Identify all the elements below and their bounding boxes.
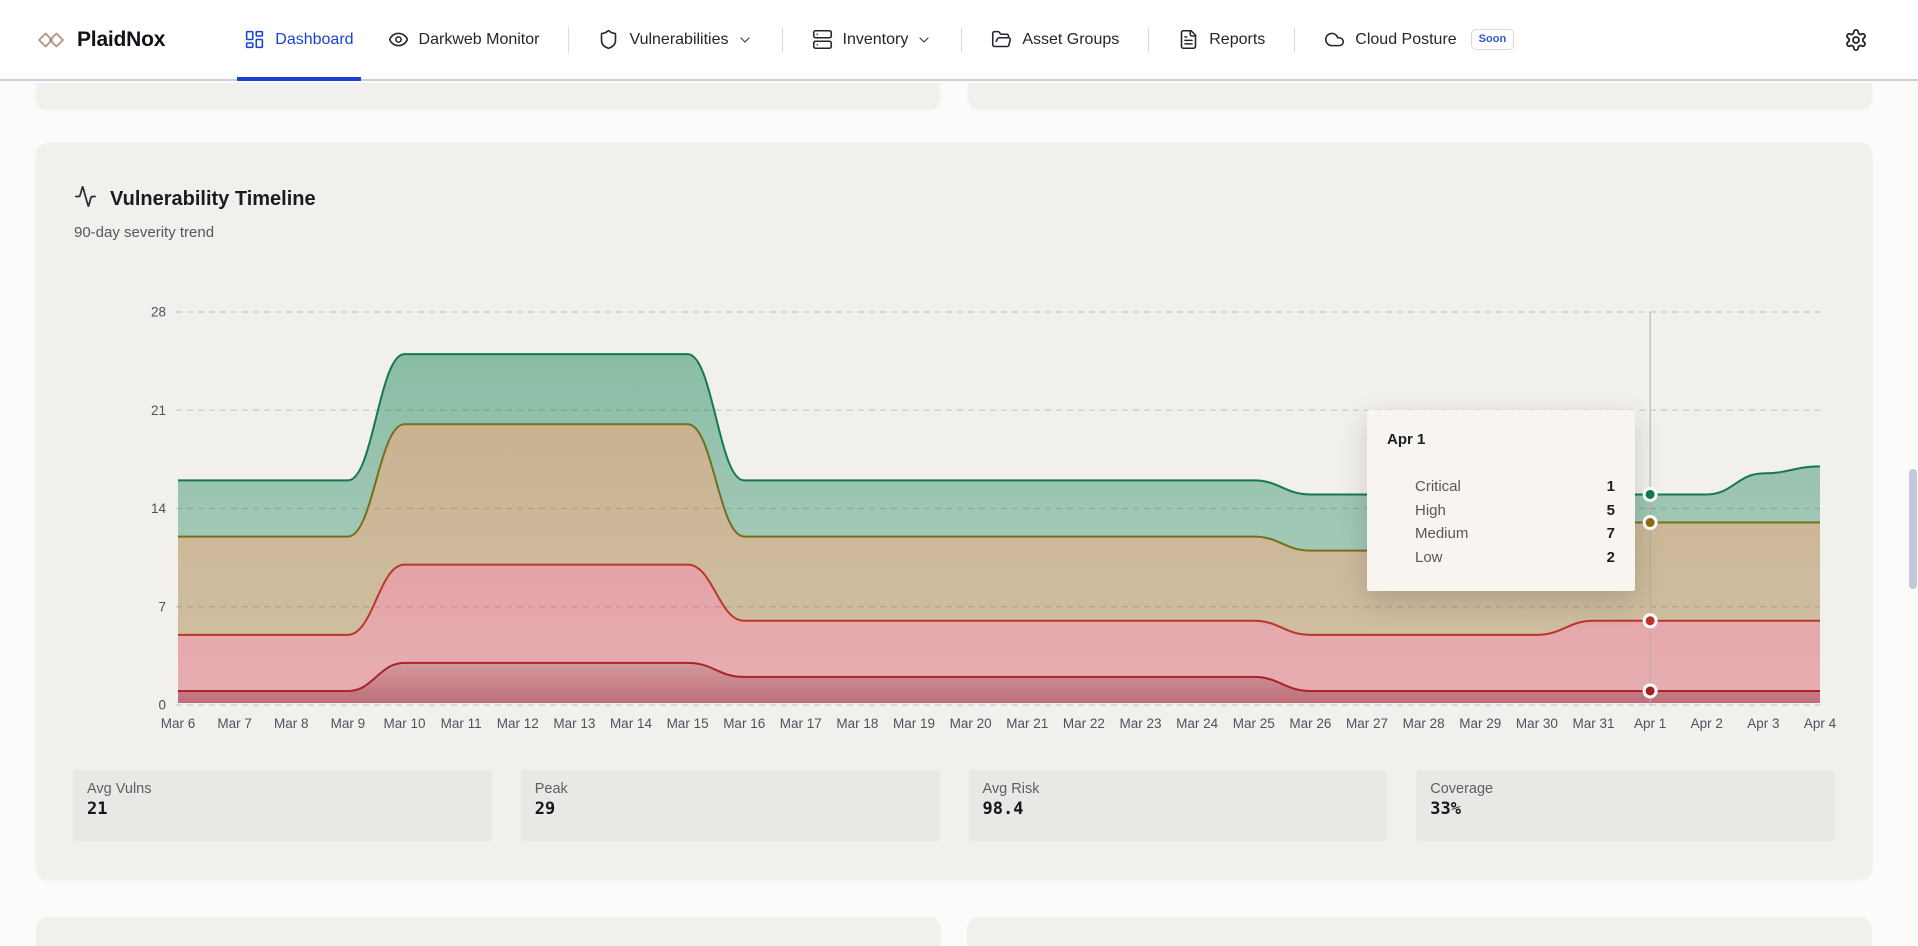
eye-icon — [388, 29, 409, 50]
nav-item-label: Asset Groups — [1022, 31, 1119, 49]
tooltip-row-value: 2 — [1607, 549, 1615, 566]
stat-label: Avg Risk — [983, 781, 1374, 797]
nav-item-label: Darkweb Monitor — [419, 31, 540, 49]
stat-label: Avg Vulns — [87, 781, 478, 797]
activity-icon — [74, 185, 97, 208]
stat-peak: Peak 29 — [521, 770, 940, 841]
tooltip-row-label: Critical — [1415, 478, 1461, 495]
card-title: Vulnerability Timeline — [110, 188, 316, 211]
tooltip-row-medium: Medium 7 — [1387, 522, 1615, 546]
top-nav: PlaidNox Dashboard Darkweb Monitor Vulnera… — [0, 0, 1918, 81]
file-text-icon — [1178, 29, 1199, 50]
activity-icon-slot — [74, 185, 97, 213]
settings-button[interactable] — [1840, 24, 1872, 56]
stat-avg-vulns: Avg Vulns 21 — [73, 770, 492, 841]
brand-name: PlaidNox — [77, 28, 165, 52]
stat-avg-risk: Avg Risk 98.4 — [969, 770, 1388, 841]
soon-badge: Soon — [1471, 29, 1515, 49]
nav-item-label: Cloud Posture — [1355, 31, 1456, 49]
card-header: Vulnerability Timeline — [74, 185, 316, 213]
folder-open-icon — [991, 29, 1012, 50]
tooltip-row-critical: Critical 1 — [1387, 475, 1615, 499]
partial-card-bottom-left — [36, 917, 941, 946]
partial-card-bottom-right — [967, 917, 1872, 946]
nav-item-asset-groups[interactable]: Asset Groups — [974, 0, 1136, 79]
nav-item-dashboard[interactable]: Dashboard — [227, 0, 370, 79]
tooltip-rows: Critical 1 High 5 Medium 7 Low 2 — [1387, 475, 1615, 569]
stats-row: Avg Vulns 21 Peak 29 Avg Risk 98.4 Coverage 33% — [73, 770, 1835, 841]
stat-value: 98.4 — [983, 799, 1374, 819]
stat-coverage: Coverage 33% — [1416, 770, 1835, 841]
scrollbar-thumb[interactable] — [1909, 469, 1917, 589]
stat-label: Peak — [535, 781, 926, 797]
tooltip-row-label: High — [1415, 502, 1446, 519]
nav-divider — [568, 27, 569, 53]
nav-item-label: Reports — [1209, 31, 1265, 49]
nav-item-inventory[interactable]: Inventory — [795, 0, 950, 79]
tooltip-row-high: High 5 — [1387, 499, 1615, 523]
tooltip-row-value: 7 — [1607, 525, 1615, 542]
nav-divider — [1294, 27, 1295, 53]
nav-item-vulnerabilities[interactable]: Vulnerabilities — [581, 0, 769, 79]
stat-value: 29 — [535, 799, 926, 819]
nav-item-label: Dashboard — [275, 31, 353, 49]
chevron-down-icon — [916, 32, 932, 48]
stat-value: 33% — [1430, 799, 1821, 819]
tooltip-title: Apr 1 — [1387, 431, 1615, 448]
gear-icon — [1844, 28, 1868, 52]
nav-divider — [961, 27, 962, 53]
nav-item-label: Inventory — [843, 31, 909, 49]
tooltip-row-low: Low 2 — [1387, 546, 1615, 570]
stat-value: 21 — [87, 799, 478, 819]
tooltip-row-value: 1 — [1607, 478, 1615, 495]
nav-item-reports[interactable]: Reports — [1161, 0, 1282, 79]
brand: PlaidNox — [38, 28, 165, 52]
logo-diamonds-icon — [38, 31, 64, 49]
card-subtitle: 90-day severity trend — [74, 224, 214, 241]
tooltip-row-label: Low — [1415, 549, 1443, 566]
tooltip-row-label: Medium — [1415, 525, 1468, 542]
nav-item-darkweb-monitor[interactable]: Darkweb Monitor — [371, 0, 557, 79]
nav-items: Dashboard Darkweb Monitor Vulnerabilities I… — [227, 0, 1840, 79]
chart-tooltip: Apr 1 Critical 1 High 5 Medium 7 Low 2 — [1367, 410, 1635, 591]
nav-item-cloud-posture[interactable]: Cloud Posture Soon — [1307, 0, 1531, 79]
nav-item-label: Vulnerabilities — [629, 31, 728, 49]
tooltip-row-value: 5 — [1607, 502, 1615, 519]
stat-label: Coverage — [1430, 781, 1821, 797]
chevron-down-icon — [737, 32, 753, 48]
nav-divider — [782, 27, 783, 53]
server-icon — [812, 29, 833, 50]
layout-dashboard-icon — [244, 29, 265, 50]
shield-icon — [598, 29, 619, 50]
partial-card-top-right — [968, 83, 1872, 108]
nav-divider — [1148, 27, 1149, 53]
cloud-icon — [1324, 29, 1345, 50]
partial-card-top-left — [36, 83, 940, 108]
